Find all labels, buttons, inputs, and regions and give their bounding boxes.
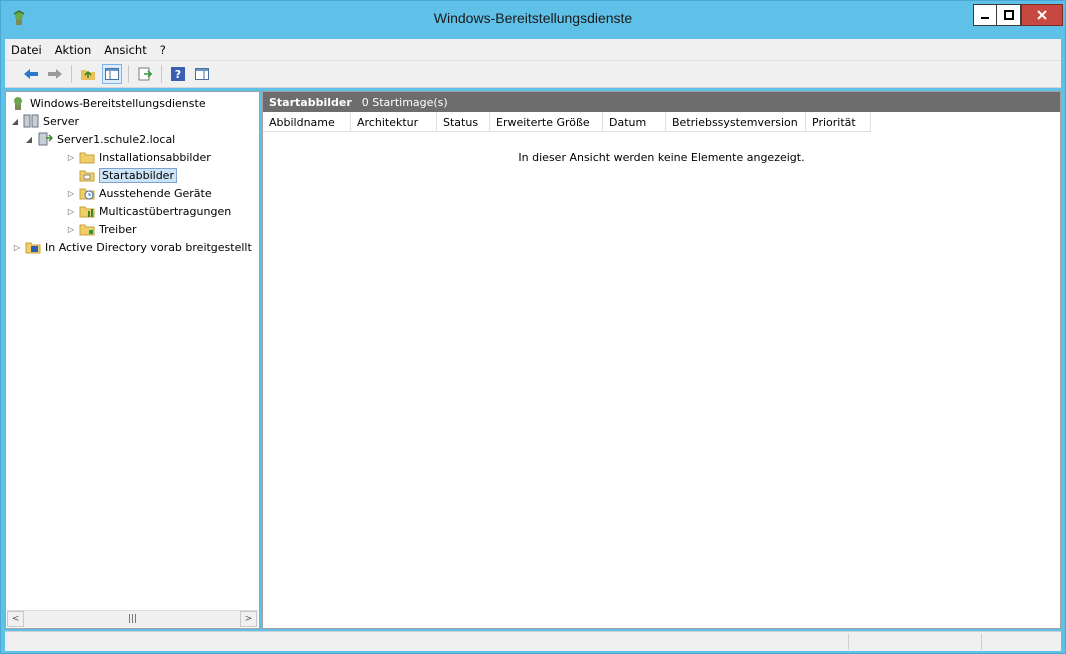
show-hide-tree-icon[interactable] bbox=[102, 64, 122, 84]
toolbar-separator bbox=[128, 65, 129, 83]
active-directory-icon bbox=[25, 242, 41, 254]
column-datum[interactable]: Datum bbox=[603, 112, 666, 132]
menu-aktion[interactable]: Aktion bbox=[55, 43, 92, 57]
menu-datei[interactable]: Datei bbox=[11, 43, 42, 57]
tree-server-label: Server1.schule2.local bbox=[57, 132, 176, 146]
tree-root-label: Windows-Bereitstellungsdienste bbox=[30, 96, 206, 110]
tree-server-group-label: Server bbox=[43, 114, 80, 128]
result-pane-header: Startabbilder 0 Startimage(s) bbox=[263, 92, 1060, 112]
tree-multicastuebertragungen-label: Multicastübertragungen bbox=[99, 204, 232, 218]
tree-startabbilder[interactable]: Startabbilder bbox=[79, 166, 177, 184]
collapsed-arrow-icon[interactable]: ▷ bbox=[66, 224, 76, 234]
status-bar bbox=[5, 631, 1061, 651]
folder-icon bbox=[79, 152, 95, 164]
tree-treiber[interactable]: ▷ Treiber bbox=[66, 220, 136, 238]
result-pane-count: 0 Startimage(s) bbox=[361, 95, 448, 109]
tree-multicastuebertragungen[interactable]: ▷ Multicastübertragungen bbox=[66, 202, 231, 220]
collapsed-arrow-icon[interactable]: ▷ bbox=[12, 242, 22, 252]
tree-active-directory-label: In Active Directory vorab breitgestellt bbox=[45, 240, 252, 254]
boot-image-folder-icon bbox=[79, 170, 95, 182]
forward-arrow-icon[interactable] bbox=[45, 64, 65, 84]
toolbar-separator bbox=[161, 65, 162, 83]
result-pane[interactable]: Startabbilder 0 Startimage(s) Abbildname… bbox=[262, 91, 1061, 629]
multicast-folder-icon bbox=[79, 206, 95, 218]
status-bar-separator bbox=[848, 634, 849, 650]
column-architektur[interactable]: Architektur bbox=[351, 112, 437, 132]
export-list-icon[interactable] bbox=[135, 64, 155, 84]
expanded-arrow-icon[interactable]: ◢ bbox=[24, 134, 34, 144]
server-group-icon bbox=[23, 114, 39, 128]
maximize-button[interactable] bbox=[997, 4, 1021, 26]
collapsed-arrow-icon[interactable]: ▷ bbox=[66, 152, 76, 162]
close-button[interactable] bbox=[1021, 4, 1063, 26]
column-headers: Abbildname Architektur Status Erweiterte… bbox=[263, 112, 871, 132]
server-icon bbox=[38, 132, 53, 146]
toolbar: ? bbox=[5, 60, 1061, 88]
up-folder-icon[interactable] bbox=[78, 64, 98, 84]
tree-treiber-label: Treiber bbox=[99, 222, 137, 236]
tree-startabbilder-label: Startabbilder bbox=[99, 167, 177, 183]
expanded-arrow-icon[interactable]: ◢ bbox=[10, 116, 20, 126]
deployment-services-icon bbox=[14, 97, 22, 110]
column-betriebssystemversion[interactable]: Betriebssystemversion bbox=[666, 112, 806, 132]
back-arrow-icon[interactable] bbox=[21, 64, 41, 84]
scroll-right-button[interactable]: > bbox=[240, 611, 257, 627]
menu-ansicht[interactable]: Ansicht bbox=[104, 43, 146, 57]
svg-text:?: ? bbox=[175, 68, 181, 81]
properties-pane-icon[interactable] bbox=[192, 64, 212, 84]
help-icon[interactable]: ? bbox=[168, 64, 188, 84]
tree-server-group[interactable]: ◢ Server bbox=[10, 112, 79, 130]
console-tree[interactable]: Windows-Bereitstellungsdienste ◢ Server … bbox=[5, 91, 260, 629]
tree-server[interactable]: ◢ Server1.schule2.local bbox=[24, 130, 175, 148]
mmc-window: Windows-Bereitstellungsdienste Datei Akt… bbox=[0, 0, 1066, 654]
collapsed-arrow-icon[interactable]: ▷ bbox=[66, 188, 76, 198]
horizontal-scrollbar[interactable]: < ||| > bbox=[7, 610, 258, 627]
tree-installationsabbilder-label: Installationsabbilder bbox=[99, 150, 211, 164]
empty-view-message: In dieser Ansicht werden keine Elemente … bbox=[518, 151, 805, 164]
tree-root[interactable]: Windows-Bereitstellungsdienste bbox=[10, 94, 206, 112]
minimize-button[interactable] bbox=[973, 4, 997, 26]
tree-ausstehende-geraete-label: Ausstehende Geräte bbox=[99, 186, 212, 200]
tree-ausstehende-geraete[interactable]: ▷ Ausstehende Geräte bbox=[66, 184, 212, 202]
menu-bar: Datei Aktion Ansicht ? bbox=[5, 39, 1061, 60]
column-prioritaet[interactable]: Priorität bbox=[806, 112, 871, 132]
status-bar-separator bbox=[981, 634, 982, 650]
collapsed-arrow-icon[interactable]: ▷ bbox=[66, 206, 76, 216]
menu-help[interactable]: ? bbox=[160, 43, 166, 57]
column-abbildname[interactable]: Abbildname bbox=[263, 112, 351, 132]
column-erweiterte-groesse[interactable]: Erweiterte Größe bbox=[490, 112, 603, 132]
column-status[interactable]: Status bbox=[437, 112, 490, 132]
toolbar-separator bbox=[71, 65, 72, 83]
pending-devices-icon bbox=[79, 188, 95, 200]
result-pane-title: Startabbilder bbox=[269, 95, 352, 109]
tree-active-directory[interactable]: ▷ In Active Directory vorab breitgestell… bbox=[12, 238, 252, 256]
scroll-left-button[interactable]: < bbox=[7, 611, 24, 627]
tree-installationsabbilder[interactable]: ▷ Installationsabbilder bbox=[66, 148, 211, 166]
title-bar[interactable]: Windows-Bereitstellungsdienste bbox=[1, 1, 1065, 35]
window-title: Windows-Bereitstellungsdienste bbox=[433, 10, 633, 26]
drivers-folder-icon bbox=[79, 224, 95, 236]
scrollbar-thumb[interactable]: ||| bbox=[25, 612, 240, 626]
